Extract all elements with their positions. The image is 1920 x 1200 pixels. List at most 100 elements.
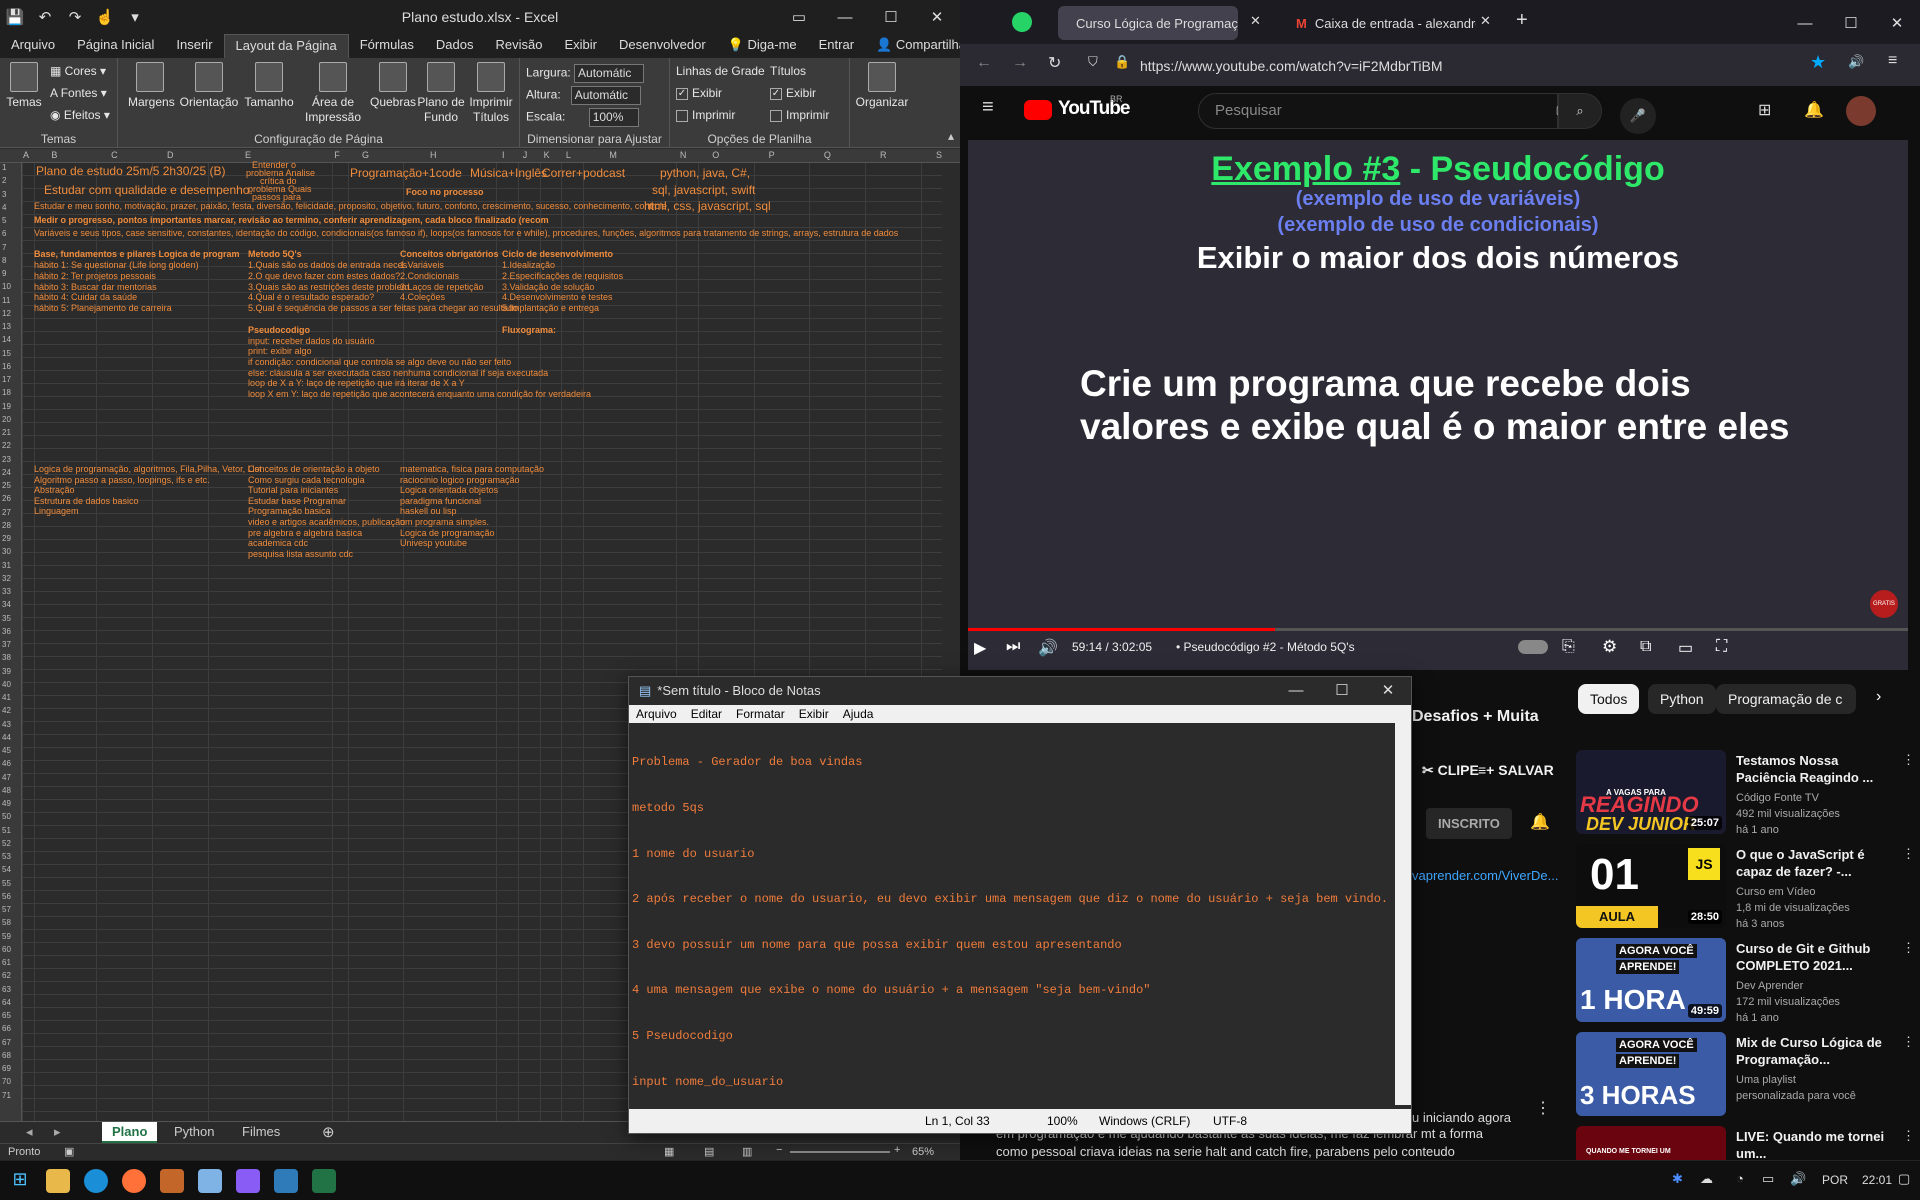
more-options-icon[interactable]: ⋮ — [1902, 1034, 1915, 1050]
column-header[interactable]: I — [496, 150, 510, 160]
row-header[interactable]: 56 — [2, 892, 11, 901]
back-icon[interactable]: ← — [976, 54, 992, 72]
close-tab-icon[interactable]: ✕ — [1250, 13, 1261, 29]
row-header[interactable]: 33 — [2, 587, 11, 596]
more-options-icon[interactable]: ⋮ — [1902, 1128, 1915, 1144]
new-tab-icon[interactable]: + — [1516, 9, 1528, 32]
row-header[interactable]: 40 — [2, 680, 11, 689]
row-header[interactable]: 66 — [2, 1024, 11, 1033]
app-icon[interactable] — [274, 1169, 298, 1193]
row-header[interactable]: 70 — [2, 1077, 11, 1086]
touch-mode-icon[interactable]: ☝ — [90, 0, 120, 34]
recommendation-item[interactable]: AGORA VOCÊ APRENDE! 1 HORA 49:59 Curso d… — [1576, 938, 1916, 1026]
cell-text[interactable]: 5.Implantação e entrega — [502, 302, 599, 314]
macro-record-icon[interactable]: ▣ — [64, 1145, 74, 1158]
row-header[interactable]: 46 — [2, 759, 11, 768]
cell-text[interactable]: hábito 5: Planejamento de carreira — [34, 302, 172, 314]
battery-icon[interactable]: ▭ — [1762, 1171, 1774, 1187]
quebras-button[interactable]: Quebras — [368, 62, 418, 110]
row-header[interactable]: 48 — [2, 786, 11, 795]
row-header[interactable]: 68 — [2, 1051, 11, 1060]
recommendation-item[interactable]: QUANDO ME TORNEI UM LIVE: Quando me torn… — [1576, 1126, 1916, 1160]
cell-text[interactable]: Variáveis e seus tipos, case sensitive, … — [34, 227, 898, 239]
maximize-button[interactable]: ☐ — [868, 0, 914, 34]
row-header[interactable]: 27 — [2, 508, 11, 517]
cell-text[interactable]: pesquisa lista assunto cdc — [248, 548, 353, 560]
row-header[interactable]: 69 — [2, 1064, 11, 1073]
more-options-icon[interactable]: ⋮ — [1535, 1098, 1551, 1118]
collapse-ribbon-icon[interactable]: ▴ — [948, 129, 954, 143]
maximize-button[interactable]: ☐ — [1828, 6, 1874, 40]
row-header[interactable]: 10 — [2, 282, 11, 291]
row-header[interactable]: 41 — [2, 693, 11, 702]
recommendation-title[interactable]: Curso de Git e Github COMPLETO 2021... — [1736, 940, 1896, 974]
notification-center-icon[interactable]: ▢ — [1898, 1171, 1910, 1187]
cell-text[interactable]: Linguagem — [34, 505, 79, 517]
row-header[interactable]: 39 — [2, 667, 11, 676]
notepad-text-area[interactable]: Problema - Gerador de boa vindas metodo … — [629, 723, 1397, 1134]
tab-layout-da-pagina[interactable]: Layout da Página — [223, 34, 349, 58]
edge-icon[interactable] — [84, 1169, 108, 1193]
row-header[interactable]: 31 — [2, 561, 11, 570]
save-icon[interactable]: 💾 — [0, 0, 30, 34]
headings-print-checkbox[interactable]: Imprimir — [770, 108, 829, 122]
chevron-right-icon[interactable]: › — [1876, 688, 1881, 706]
scroll-sheets-right-icon[interactable]: ▸ — [54, 1124, 61, 1140]
firefox-icon[interactable] — [122, 1169, 146, 1193]
column-header[interactable]: O — [698, 150, 734, 160]
video-thumbnail[interactable]: QUANDO ME TORNEI UM — [1576, 1126, 1726, 1160]
cell-text[interactable]: python, java, C#, — [660, 167, 750, 179]
gridlines-print-checkbox[interactable]: Imprimir — [676, 108, 735, 122]
tab-youtube[interactable]: Curso Lógica de Programação — [1058, 6, 1238, 40]
notifications-bell-icon[interactable]: 🔔 — [1530, 812, 1550, 832]
row-header[interactable]: 35 — [2, 614, 11, 623]
tab-arquivo[interactable]: Arquivo — [0, 34, 66, 58]
column-header[interactable]: M — [583, 150, 643, 160]
cell-text[interactable]: sql, javascript, swift — [652, 184, 755, 196]
customize-quick-access-icon[interactable]: ▾ — [120, 0, 150, 34]
row-header[interactable]: 5 — [2, 216, 6, 225]
video-thumbnail[interactable]: 01 AULA JS 28:50 — [1576, 844, 1726, 928]
row-header[interactable]: 1 — [2, 163, 6, 172]
organizar-button[interactable]: Organizar — [852, 62, 912, 110]
fullscreen-icon[interactable]: ⛶ — [1716, 638, 1727, 656]
scroll-sheets-left-icon[interactable]: ◂ — [26, 1124, 33, 1140]
column-header[interactable]: G — [348, 150, 384, 160]
recommendation-title[interactable]: O que o JavaScript é capaz de fazer? -..… — [1736, 846, 1896, 880]
row-header[interactable]: 32 — [2, 574, 11, 583]
close-button[interactable]: ✕ — [1365, 674, 1411, 708]
recommendation-item[interactable]: REAGINDO A VAGAS PARA DEV JUNIOR 25:07 T… — [1576, 750, 1916, 838]
column-header[interactable]: Q — [809, 150, 845, 160]
row-header[interactable]: 42 — [2, 706, 11, 715]
row-header[interactable]: 29 — [2, 534, 11, 543]
row-header[interactable]: 11 — [2, 296, 10, 305]
shield-icon[interactable]: ⛉ — [1088, 54, 1098, 70]
miniplayer-icon[interactable]: ⧉ — [1640, 638, 1651, 656]
chip-todos[interactable]: Todos — [1578, 684, 1640, 714]
cell-text[interactable]: Estudar e meu sonho, motivação, prazer, … — [34, 200, 667, 212]
row-header[interactable]: 37 — [2, 640, 11, 649]
row-header[interactable]: 25 — [2, 481, 11, 490]
cell-text[interactable]: Programação+1code — [350, 167, 462, 179]
row-header[interactable]: 52 — [2, 839, 11, 848]
cell-text[interactable]: Correr+podcast — [542, 167, 625, 179]
file-explorer-icon[interactable] — [46, 1169, 70, 1193]
row-header[interactable]: 55 — [2, 879, 11, 888]
more-options-icon[interactable]: ⋮ — [1902, 940, 1915, 956]
row-header[interactable]: 57 — [2, 905, 11, 914]
row-header[interactable]: 22 — [2, 441, 11, 450]
row-header[interactable]: 53 — [2, 852, 11, 861]
more-options-icon[interactable]: ⋮ — [1902, 846, 1915, 862]
menu-exibir[interactable]: Exibir — [792, 705, 836, 723]
menu-editar[interactable]: Editar — [684, 705, 729, 723]
cell-text[interactable]: Foco no processo — [406, 186, 484, 198]
play-icon[interactable]: ▶ — [974, 638, 986, 658]
row-header[interactable]: 17 — [2, 375, 11, 384]
cell-text[interactable]: Estudar com qualidade e desempenho. — [44, 184, 253, 196]
row-header[interactable]: 24 — [2, 468, 11, 477]
recommendation-title[interactable]: Testamos Nossa Paciência Reagindo ... — [1736, 752, 1896, 786]
subtitles-icon[interactable]: ⎘ — [1562, 638, 1575, 656]
row-header[interactable]: 44 — [2, 733, 11, 742]
notifications-bell-icon[interactable]: 🔔 — [1804, 100, 1824, 120]
row-header[interactable]: 43 — [2, 720, 11, 729]
